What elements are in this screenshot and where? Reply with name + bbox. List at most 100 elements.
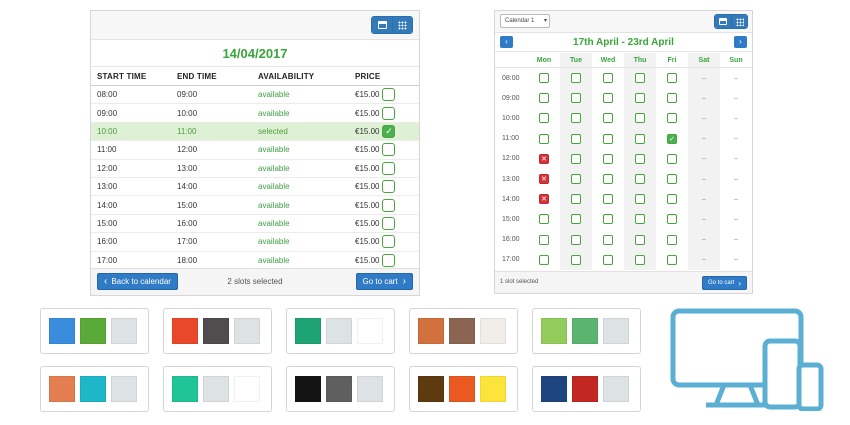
slot-checkbox[interactable] (603, 153, 613, 164)
slot-checkbox[interactable] (635, 194, 645, 205)
slot-checkbox[interactable] (667, 153, 677, 164)
week-go-to-cart-button[interactable]: Go to cart › (701, 276, 747, 290)
week-cell (560, 148, 592, 169)
slot-checkbox[interactable] (603, 254, 613, 265)
back-to-calendar-button[interactable]: ‹ Back to calendar (97, 273, 178, 290)
slot-checkbox[interactable] (382, 235, 396, 249)
slot-checkbox[interactable] (539, 254, 549, 265)
slot-checkbox[interactable] (571, 234, 581, 245)
slot-checkbox[interactable] (603, 73, 613, 84)
day-column-header: Thu (624, 53, 656, 67)
slot-checkbox[interactable] (539, 234, 549, 245)
slot-checkbox[interactable] (603, 234, 613, 245)
slot-checkbox[interactable] (667, 194, 677, 205)
prev-week-button[interactable]: ‹ (500, 36, 513, 48)
color-theme-card[interactable] (163, 366, 272, 412)
slot-checkbox[interactable] (571, 133, 581, 144)
slot-row[interactable]: 15:00 16:00 available €15.00 (91, 215, 419, 234)
slot-price: €15.00 (355, 163, 380, 173)
calendar-view-button[interactable] (715, 15, 731, 28)
slot-checkbox[interactable] (382, 161, 396, 175)
slot-checkbox[interactable] (635, 73, 645, 84)
slot-row[interactable]: 09:00 10:00 available €15.00 (91, 104, 419, 123)
slot-checkbox[interactable] (571, 153, 581, 164)
slot-row[interactable]: 14:00 15:00 available €15.00 (91, 196, 419, 215)
slot-checkbox[interactable] (571, 113, 581, 124)
calendar-select[interactable]: Calendar 1 ▾ (500, 14, 550, 28)
slot-availability: available (258, 218, 290, 228)
slot-checkbox[interactable] (603, 113, 613, 124)
slot-checkbox[interactable] (635, 133, 645, 144)
grid-view-button[interactable] (731, 15, 747, 28)
slot-checkbox[interactable]: ✓ (667, 133, 677, 144)
slot-checkbox[interactable] (603, 214, 613, 225)
unavailable-dash: – (702, 74, 706, 82)
slot-row[interactable]: 11:00 12:00 available €15.00 (91, 141, 419, 160)
slot-checkbox[interactable] (539, 93, 549, 104)
slot-row[interactable]: 16:00 17:00 available €15.00 (91, 233, 419, 252)
slot-checkbox[interactable] (571, 254, 581, 265)
slot-availability: available (258, 237, 290, 247)
back-to-calendar-label: Back to calendar (111, 277, 171, 286)
slot-checkbox[interactable] (635, 174, 645, 185)
slot-checkbox[interactable] (382, 253, 396, 267)
slot-checkbox[interactable] (667, 174, 677, 185)
slot-checkbox[interactable] (667, 254, 677, 265)
slot-checkbox[interactable] (382, 198, 396, 212)
slot-checkbox[interactable] (603, 174, 613, 185)
week-cell (624, 168, 656, 190)
slot-checkbox[interactable] (382, 106, 396, 120)
slot-checkbox[interactable]: ✓ (382, 124, 396, 138)
slot-checkbox[interactable] (635, 254, 645, 265)
slot-checkbox[interactable] (539, 73, 549, 84)
chevron-left-icon: ‹ (104, 276, 108, 287)
slot-checkbox[interactable] (539, 133, 549, 144)
slot-checkbox[interactable] (603, 93, 613, 104)
week-cell: ✕ (528, 189, 560, 209)
slot-checkbox[interactable] (667, 234, 677, 245)
week-cell (528, 68, 560, 88)
color-theme-card[interactable] (40, 308, 149, 354)
slot-checkbox[interactable] (382, 143, 396, 157)
slot-checkbox[interactable] (635, 153, 645, 164)
slot-checkbox[interactable] (635, 113, 645, 124)
color-theme-card[interactable] (532, 308, 641, 354)
slot-checkbox[interactable] (667, 214, 677, 225)
slot-row[interactable]: 10:00 11:00 selected €15.00 ✓ (91, 122, 419, 142)
week-view-toolbar: Calendar 1 ▾ (495, 11, 752, 33)
slot-checkbox[interactable] (539, 214, 549, 225)
color-theme-card[interactable] (286, 308, 395, 354)
grid-view-button[interactable] (392, 17, 412, 33)
slot-row[interactable]: 13:00 14:00 available €15.00 (91, 178, 419, 197)
slot-checkbox[interactable] (571, 93, 581, 104)
slot-checkbox[interactable] (571, 174, 581, 185)
slot-checkbox[interactable] (571, 73, 581, 84)
color-theme-card[interactable] (163, 308, 272, 354)
week-cell: – (688, 229, 720, 250)
slot-checkbox[interactable] (539, 113, 549, 124)
slot-checkbox[interactable] (382, 180, 396, 194)
go-to-cart-button[interactable]: Go to cart › (355, 273, 413, 290)
color-theme-card[interactable] (286, 366, 395, 412)
color-theme-card[interactable] (409, 308, 518, 354)
slot-checkbox[interactable] (382, 216, 396, 230)
slot-checkbox[interactable] (635, 234, 645, 245)
slot-checkbox[interactable] (603, 194, 613, 205)
slot-checkbox[interactable] (635, 214, 645, 225)
slot-checkbox[interactable] (667, 73, 677, 84)
slot-checkbox[interactable] (571, 214, 581, 225)
calendar-view-button[interactable] (372, 17, 392, 33)
color-theme-card[interactable] (409, 366, 518, 412)
slot-checkbox[interactable] (667, 93, 677, 104)
slot-checkbox[interactable] (571, 194, 581, 205)
slot-checkbox[interactable] (603, 133, 613, 144)
slot-checkbox[interactable] (667, 113, 677, 124)
slot-start-time: 12:00 (97, 163, 118, 173)
slot-checkbox[interactable] (382, 88, 396, 102)
slot-row[interactable]: 08:00 09:00 available €15.00 (91, 86, 419, 105)
slot-row[interactable]: 12:00 13:00 available €15.00 (91, 160, 419, 178)
color-theme-card[interactable] (532, 366, 641, 412)
next-week-button[interactable]: › (734, 36, 747, 48)
color-theme-card[interactable] (40, 366, 149, 412)
slot-checkbox[interactable] (635, 93, 645, 104)
